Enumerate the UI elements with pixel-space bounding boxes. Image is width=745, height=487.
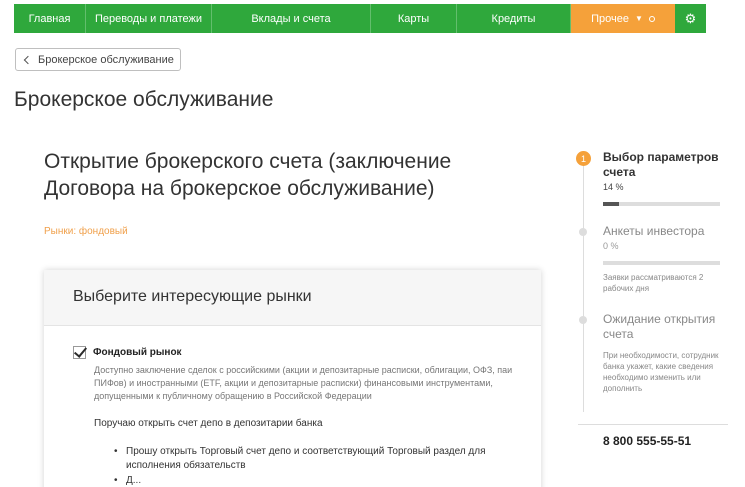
top-navigation: Главная Переводы и платежи Вклады и счет… bbox=[14, 4, 706, 33]
step3-note: При необходимости, сотрудник банка укаже… bbox=[603, 351, 719, 393]
notification-ring-icon bbox=[648, 15, 655, 22]
stock-market-option[interactable]: Фондовый рынок bbox=[73, 346, 182, 359]
nav-item-transfers[interactable]: Переводы и платежи bbox=[86, 4, 212, 33]
settings-button[interactable]: ⚙ bbox=[675, 4, 706, 33]
steps-line bbox=[583, 162, 584, 412]
depo-instruction: Поручаю открыть счет депо в депозитарии … bbox=[94, 418, 323, 429]
chevron-down-icon: ▼ bbox=[634, 14, 643, 23]
step1-progress-text: 14 % bbox=[603, 182, 624, 192]
step1-title: Выбор параметров счета bbox=[603, 150, 719, 179]
nav-item-credits[interactable]: Кредиты bbox=[457, 4, 571, 33]
card-title: Выберите интересующие рынки bbox=[44, 270, 541, 326]
step2-dot bbox=[579, 228, 587, 236]
page-title: Брокерское обслуживание bbox=[14, 88, 274, 111]
stock-market-checkbox[interactable] bbox=[73, 346, 86, 359]
nav-item-deposits[interactable]: Вклады и счета bbox=[212, 4, 371, 33]
stock-market-label: Фондовый рынок bbox=[93, 347, 182, 358]
form-heading: Открытие брокерского счета (заключение Д… bbox=[44, 150, 452, 200]
gear-icon: ⚙ bbox=[684, 10, 697, 26]
list-item: Д... bbox=[114, 474, 514, 487]
step2-progress-bar bbox=[603, 261, 720, 265]
divider bbox=[578, 424, 728, 425]
step3-dot bbox=[579, 316, 587, 324]
markets-card: Выберите интересующие рынки Фондовый рын… bbox=[44, 270, 541, 487]
support-phone[interactable]: 8 800 555-55-51 bbox=[603, 434, 691, 448]
step3-title: Ожидание открытия счета bbox=[603, 312, 716, 341]
step2-note: Заявки рассматриваются 2 рабочих дня bbox=[603, 273, 704, 293]
nav-item-other[interactable]: Прочее ▼ bbox=[571, 4, 675, 33]
step2-title: Анкеты инвестора bbox=[603, 224, 705, 238]
nav-other-label: Прочее bbox=[591, 12, 629, 25]
selected-markets-breadcrumb[interactable]: Рынки: фондовый bbox=[44, 226, 128, 237]
nav-item-cards[interactable]: Карты bbox=[371, 4, 457, 33]
list-item: Прошу открыть Торговый счет депо и соотв… bbox=[114, 445, 514, 473]
back-button[interactable]: Брокерское обслуживание bbox=[15, 48, 181, 71]
stock-market-description: Доступно заключение сделок с российскими… bbox=[94, 365, 513, 401]
step2-progress-text: 0 % bbox=[603, 241, 619, 251]
chevron-left-icon bbox=[23, 55, 33, 64]
back-button-label: Брокерское обслуживание bbox=[38, 53, 174, 66]
nav-item-home[interactable]: Главная bbox=[14, 4, 86, 33]
step-number-badge: 1 bbox=[576, 151, 591, 166]
step1-progress-bar bbox=[603, 202, 720, 206]
step1-progress-fill bbox=[603, 202, 620, 206]
